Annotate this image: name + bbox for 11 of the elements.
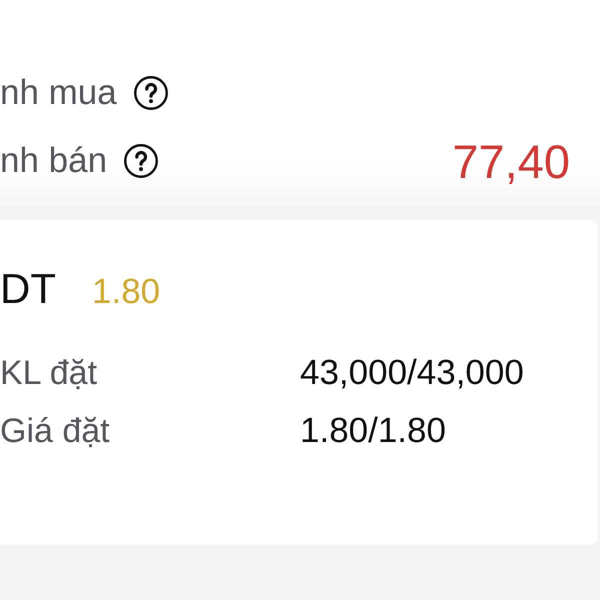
help-icon[interactable] bbox=[123, 143, 160, 179]
summary-label: nh mua bbox=[0, 73, 117, 113]
stock-symbol: DT bbox=[0, 265, 56, 313]
detail-value: 43,000/43,000 bbox=[300, 353, 524, 393]
detail-label: KL đặt bbox=[0, 354, 98, 392]
help-icon[interactable] bbox=[132, 75, 169, 111]
detail-label: Giá đặt bbox=[0, 412, 111, 450]
summary-label: nh bán bbox=[0, 141, 108, 181]
order-price: 1.80 bbox=[92, 272, 160, 312]
detail-value: 1.80/1.80 bbox=[300, 411, 446, 451]
summary-value: 77,40 bbox=[452, 134, 570, 188]
